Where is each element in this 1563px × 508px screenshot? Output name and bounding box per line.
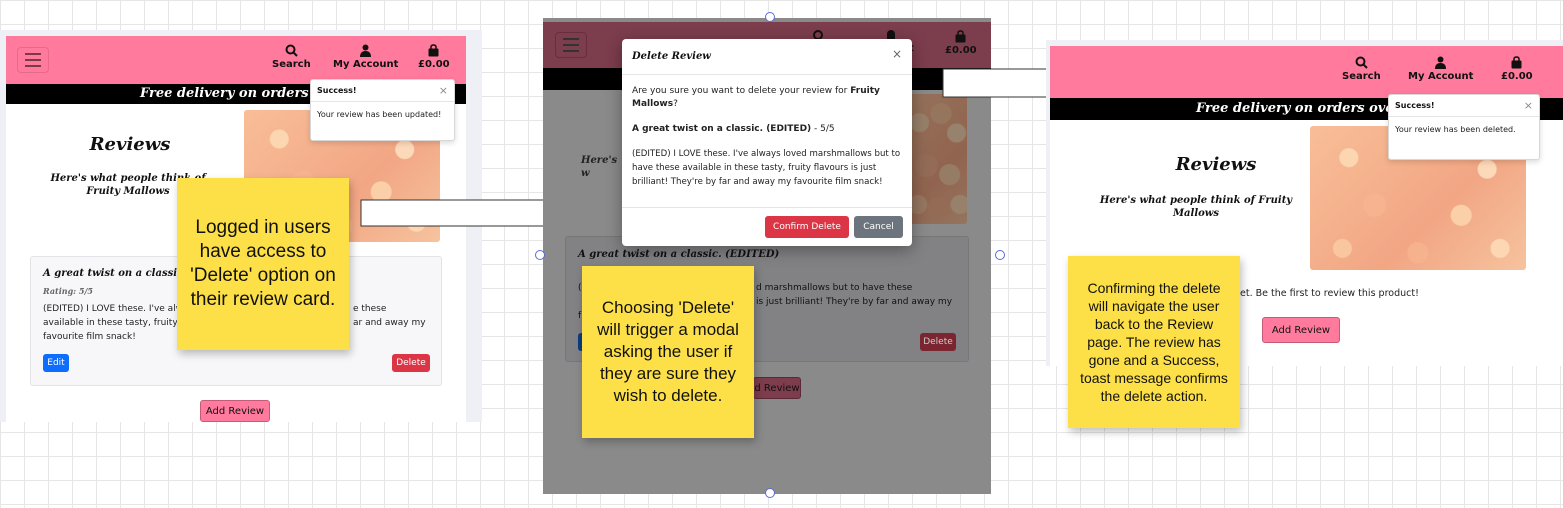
review-text-line: favourite film snack!	[43, 332, 136, 342]
menu-toggle-button[interactable]	[17, 47, 49, 73]
page-subtitle-fragment: Here's w	[581, 155, 618, 179]
account-label: My Account	[333, 59, 399, 70]
search-icon	[285, 44, 298, 57]
search-label: Search	[272, 59, 311, 70]
account-label: My Account	[1408, 71, 1474, 82]
shopping-bag-icon	[955, 30, 966, 43]
confirm-delete-button[interactable]: Confirm Delete	[765, 216, 849, 238]
nav-bag[interactable]: £0.00	[418, 44, 450, 70]
modal-question: Are you sure you want to delete your rev…	[632, 85, 904, 111]
site-header	[1050, 46, 1563, 98]
modal-close-icon[interactable]: ×	[892, 47, 902, 61]
add-review-button[interactable]: Add Review	[1262, 317, 1340, 343]
nav-search[interactable]: Search	[272, 44, 311, 70]
add-review-button[interactable]: Add Review	[200, 400, 270, 422]
selection-handle[interactable]	[995, 250, 1005, 260]
review-text-line: ar and away my	[353, 318, 426, 328]
shopping-bag-icon	[428, 44, 439, 57]
annotation-text: Confirming the delete will navigate the …	[1080, 280, 1228, 404]
nav-account[interactable]: My Account	[1408, 56, 1473, 82]
delete-review-modal: Delete Review × Are you sure you want to…	[622, 39, 912, 246]
review-title: A great twist on a classic. (EDITED)	[578, 249, 780, 260]
annotation-note-2: Choosing 'Delete' will trigger a modal a…	[582, 266, 754, 438]
review-text-line: d marshmallows but to have these	[756, 283, 913, 293]
user-icon	[1435, 56, 1447, 69]
modal-title: Delete Review	[632, 51, 711, 62]
review-text-line: is just brilliant! They're by far and aw…	[756, 297, 953, 307]
selection-handle[interactable]	[765, 12, 775, 22]
review-text-line: f	[578, 311, 582, 321]
modal-question-text: Are you sure you want to delete your rev…	[632, 86, 851, 96]
toast-close-icon[interactable]: ×	[439, 84, 448, 97]
bag-total: £0.00	[418, 59, 450, 70]
annotation-text: Logged in users have access to 'Delete' …	[190, 217, 336, 310]
nav-account[interactable]: My Account	[333, 44, 398, 70]
annotation-note-3: Confirming the delete will navigate the …	[1068, 256, 1240, 428]
menu-toggle-button[interactable]	[555, 32, 587, 58]
add-review-button[interactable]: d Review	[753, 377, 801, 399]
cancel-button[interactable]: Cancel	[854, 216, 903, 238]
modal-question-end: ?	[673, 99, 678, 109]
annotation-note-1: Logged in users have access to 'Delete' …	[177, 178, 349, 350]
page-title: Reviews	[89, 134, 171, 155]
success-toast: Success! × Your review has been updated!	[310, 79, 455, 141]
annotation-text: Choosing 'Delete' will trigger a modal a…	[597, 298, 739, 405]
empty-reviews-message: et. Be the first to review this product!	[1240, 288, 1419, 299]
toast-message: Your review has been updated!	[317, 110, 442, 119]
review-text-line: e these	[353, 304, 387, 314]
delete-review-button[interactable]: Delete	[392, 354, 430, 372]
success-toast: Success! × Your review has been deleted.	[1388, 94, 1540, 160]
user-icon	[360, 44, 372, 57]
toast-close-icon[interactable]: ×	[1524, 99, 1533, 112]
page-title: Reviews	[1175, 154, 1257, 175]
modal-review-body: (EDITED) I LOVE these. I've always loved…	[632, 149, 901, 187]
review-text-line: available in these tasty, fruity	[43, 318, 178, 328]
toast-title: Success!	[317, 86, 357, 95]
modal-review-score: - 5/5	[811, 124, 835, 134]
page-subtitle: Here's what people think of Fruity Mallo…	[1099, 195, 1293, 219]
nav-search[interactable]: Search	[1342, 56, 1381, 82]
search-label: Search	[1342, 71, 1381, 82]
search-icon	[1355, 56, 1368, 69]
review-rating: Rating: 5/5	[43, 286, 93, 296]
delete-review-button[interactable]: Delete	[920, 333, 956, 351]
bag-total: £0.00	[1501, 71, 1533, 82]
shopping-bag-icon	[1511, 56, 1522, 69]
toast-message: Your review has been deleted.	[1395, 125, 1516, 134]
edit-review-button[interactable]: Edit	[43, 354, 69, 372]
modal-review-heading: A great twist on a classic. (EDITED) - 5…	[632, 124, 904, 134]
review-text-line: (	[578, 283, 582, 293]
nav-bag[interactable]: £0.00	[1501, 56, 1533, 82]
toast-title: Success!	[1395, 101, 1435, 110]
modal-review-title: A great twist on a classic. (EDITED)	[632, 124, 812, 134]
review-text-line: (EDITED) I LOVE these. I've alw	[43, 304, 184, 314]
selection-handle[interactable]	[535, 250, 545, 260]
selection-handle[interactable]	[765, 488, 775, 498]
